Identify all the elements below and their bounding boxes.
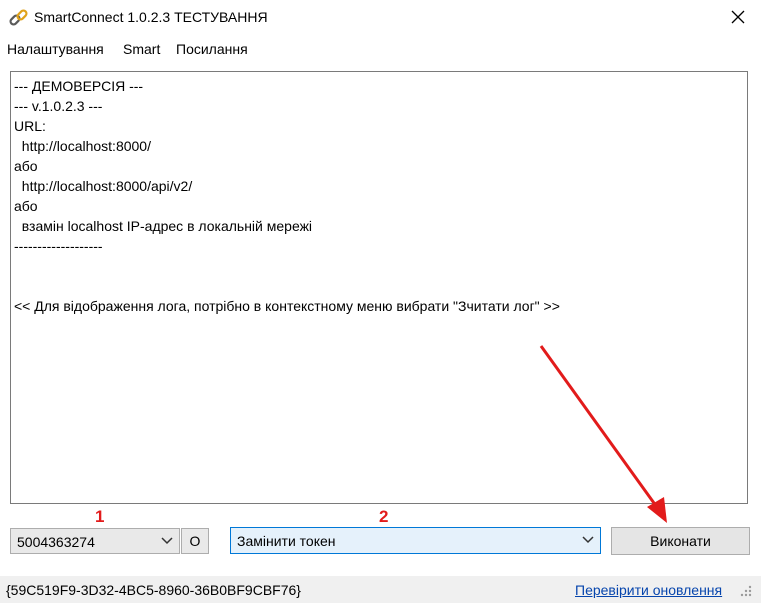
- o-button[interactable]: O: [181, 528, 209, 554]
- log-textarea[interactable]: --- ДЕМОВЕРСІЯ --- --- v.1.0.2.3 --- URL…: [10, 71, 748, 504]
- close-icon: [731, 10, 745, 24]
- log-line: URL:: [14, 118, 46, 134]
- log-line: --- ДЕМОВЕРСІЯ ---: [14, 78, 144, 94]
- status-bar: {59C519F9-3D32-4BC5-8960-36B0BF9CBF76} П…: [0, 576, 761, 603]
- log-line: << Для відображення лога, потрібно в кон…: [14, 298, 560, 314]
- log-line: або: [14, 158, 38, 174]
- menu-links[interactable]: Посилання: [176, 41, 248, 57]
- log-line: взамін localhost IP-адрес в локальній ме…: [14, 218, 313, 234]
- log-line: або: [14, 198, 38, 214]
- annotation-marker-1: 1: [95, 507, 105, 526]
- log-line: http://localhost:8000/api/v2/: [14, 178, 193, 194]
- menu-smart[interactable]: Smart: [123, 41, 160, 57]
- action-select[interactable]: Замінити токен: [230, 527, 601, 554]
- menu-bar: Налаштування Smart Посилання: [0, 36, 761, 62]
- annotation-marker-2: 2: [379, 507, 389, 526]
- log-line: http://localhost:8000/: [14, 138, 151, 154]
- menu-settings[interactable]: Налаштування: [7, 41, 104, 57]
- log-line: --- v.1.0.2.3 ---: [14, 98, 103, 114]
- device-select-value: 5004363274: [17, 534, 95, 550]
- check-updates-link[interactable]: Перевірити оновлення: [575, 582, 722, 598]
- title-bar: SmartConnect 1.0.2.3 ТЕСТУВАННЯ: [0, 0, 761, 36]
- window-title: SmartConnect 1.0.2.3 ТЕСТУВАННЯ: [34, 9, 268, 25]
- device-select[interactable]: 5004363274: [10, 528, 180, 554]
- session-guid: {59C519F9-3D32-4BC5-8960-36B0BF9CBF76}: [6, 582, 301, 598]
- action-select-value: Замінити токен: [237, 533, 336, 549]
- execute-button[interactable]: Виконати: [611, 527, 750, 555]
- close-button[interactable]: [715, 0, 761, 34]
- log-line: -------------------: [14, 238, 103, 254]
- chevron-down-icon: [582, 536, 594, 544]
- link-icon: [9, 9, 28, 26]
- chevron-down-icon: [161, 537, 173, 545]
- resize-grip-icon[interactable]: [739, 584, 753, 598]
